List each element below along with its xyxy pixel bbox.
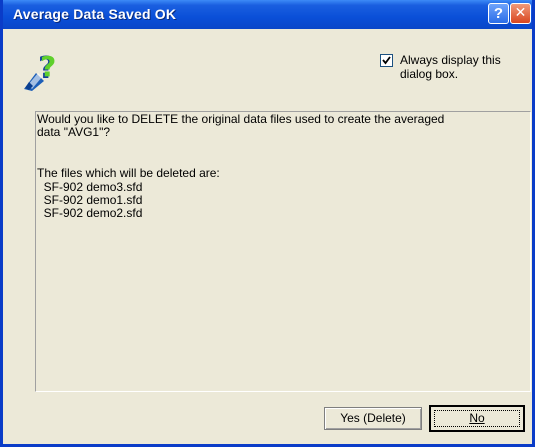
always-display-checkbox[interactable]: [380, 54, 393, 67]
window-title: Average Data Saved OK: [13, 6, 177, 22]
svg-text:?: ?: [40, 51, 56, 83]
message-panel: Would you like to DELETE the original da…: [35, 111, 531, 392]
file-item: SF-902 demo2.sfd: [37, 206, 143, 220]
dialog-window: Average Data Saved OK ? ✕ ? ? Always dis…: [0, 0, 535, 447]
yes-delete-button[interactable]: Yes (Delete): [324, 407, 422, 430]
message-line: data "AVG1"?: [37, 125, 111, 139]
always-display-label[interactable]: Always display this dialog box.: [400, 53, 530, 81]
close-button[interactable]: ✕: [510, 3, 531, 24]
help-button[interactable]: ?: [488, 3, 509, 24]
focus-ring: [434, 410, 520, 427]
title-bar[interactable]: Average Data Saved OK ? ✕: [3, 0, 532, 29]
no-button[interactable]: No: [429, 405, 525, 432]
help-question-icon: ? ?: [24, 51, 56, 91]
message-line: The files which will be deleted are:: [37, 166, 220, 180]
checkmark-icon: [382, 56, 391, 65]
